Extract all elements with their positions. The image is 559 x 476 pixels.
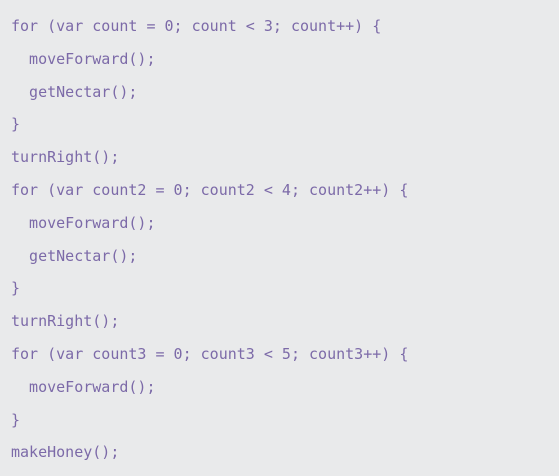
code-line-close-brace: } [11, 115, 21, 134]
code-line-for-count3: for (var count3 = 0; count3 < 5; count3+… [11, 344, 409, 363]
code-line-get-nectar: getNectar(); [11, 246, 138, 265]
code-line-move-forward: moveForward(); [11, 213, 156, 232]
code-line-move-forward: moveForward(); [11, 377, 156, 396]
code-line-close-brace: } [11, 410, 21, 429]
code-line-turn-right: turnRight(); [11, 312, 120, 331]
code-line-make-honey: makeHoney(); [11, 443, 120, 462]
code-block: for (var count = 0; count < 3; count++) … [0, 0, 559, 476]
code-line-turn-right: turnRight(); [11, 148, 120, 167]
code-line-get-nectar: getNectar(); [11, 82, 138, 101]
code-line-for-count2: for (var count2 = 0; count2 < 4; count2+… [11, 180, 409, 199]
code-line-close-brace: } [11, 279, 21, 298]
code-line-for-count: for (var count = 0; count < 3; count++) … [11, 17, 382, 35]
code-line-move-forward: moveForward(); [11, 49, 156, 68]
